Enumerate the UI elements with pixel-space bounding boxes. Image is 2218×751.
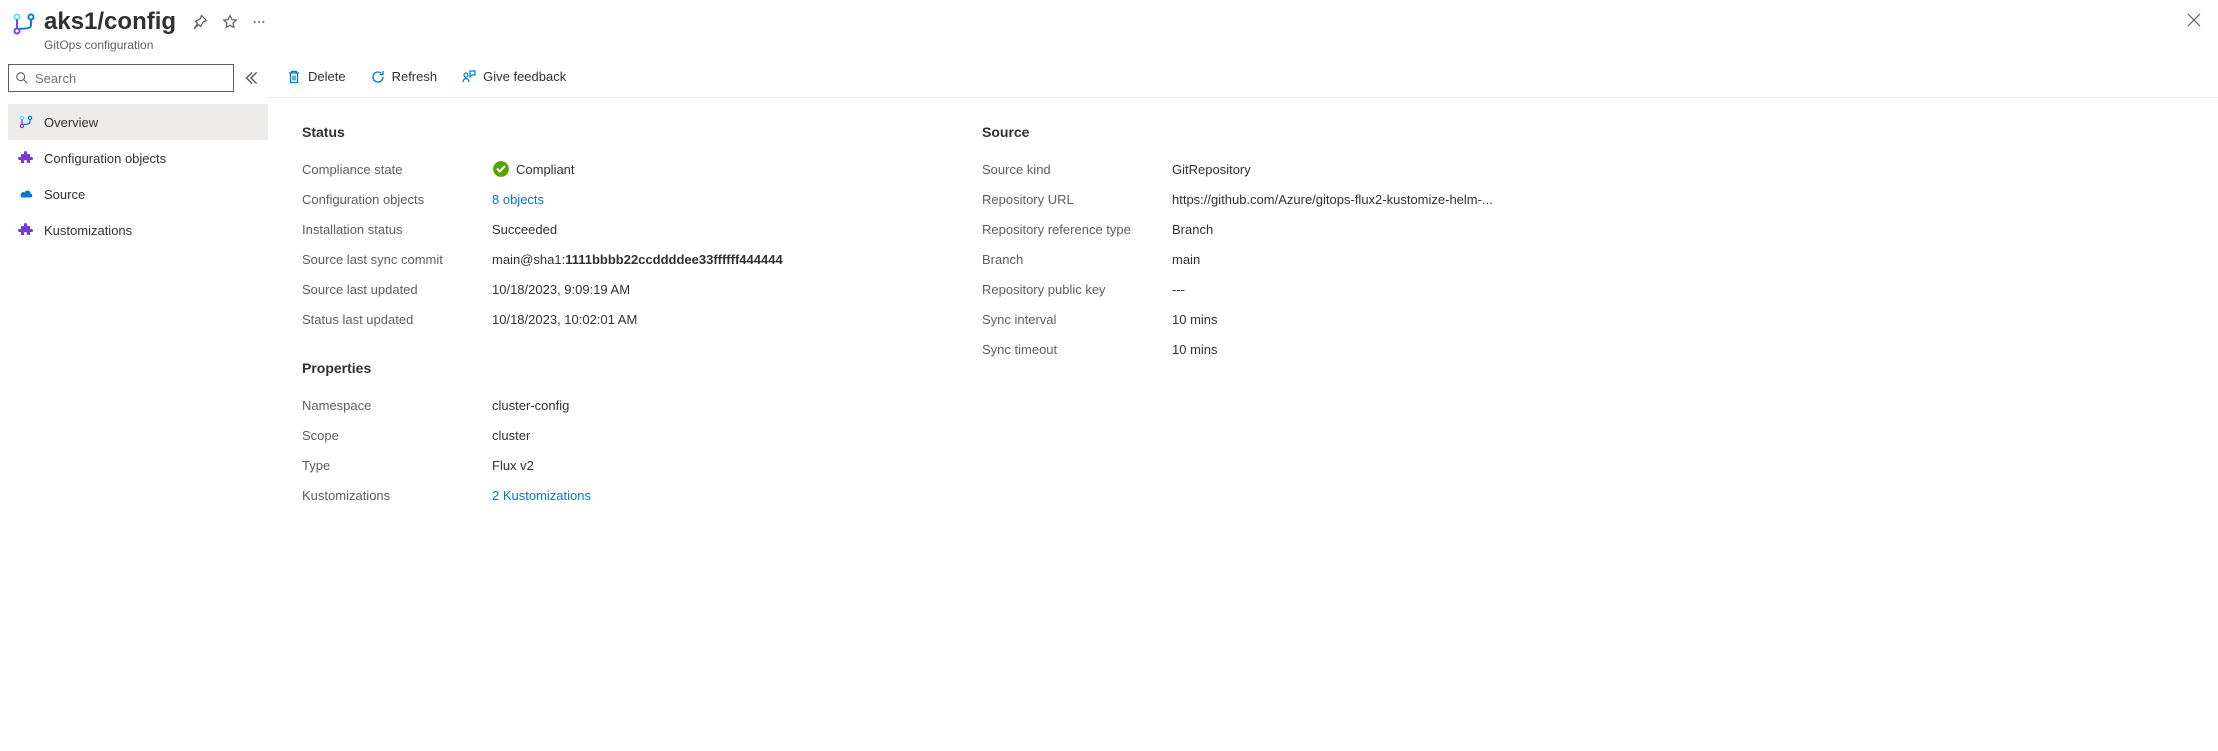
puzzle-icon bbox=[18, 150, 34, 166]
refresh-button[interactable]: Refresh bbox=[362, 65, 446, 89]
sidebar: Overview Configuration objects Source Ku… bbox=[0, 56, 268, 520]
commit-value: main@sha1:1111bbbb22ccddddee33ffffff4444… bbox=[492, 252, 783, 267]
source-heading: Source bbox=[982, 124, 1622, 140]
sync-timeout-label: Sync timeout bbox=[982, 342, 1172, 357]
toolbar-label: Delete bbox=[308, 69, 346, 84]
install-status-value: Succeeded bbox=[492, 222, 557, 237]
collapse-sidebar-icon[interactable] bbox=[242, 69, 260, 87]
person-feedback-icon bbox=[461, 69, 477, 85]
scope-label: Scope bbox=[302, 428, 492, 443]
puzzle-icon bbox=[18, 222, 34, 238]
delete-button[interactable]: Delete bbox=[278, 65, 354, 89]
status-properties-column: Status Compliance state Compliant Config… bbox=[302, 124, 942, 510]
pin-icon[interactable] bbox=[192, 14, 208, 30]
commit-hash: 1111bbbb22ccddddee33ffffff444444 bbox=[565, 252, 783, 267]
search-input[interactable] bbox=[35, 71, 227, 86]
pubkey-value: --- bbox=[1172, 282, 1185, 297]
nav-config-objects[interactable]: Configuration objects bbox=[8, 140, 268, 176]
config-objects-label: Configuration objects bbox=[302, 192, 492, 207]
source-column: Source Source kind GitRepository Reposit… bbox=[982, 124, 1622, 510]
reftype-label: Repository reference type bbox=[982, 222, 1172, 237]
refresh-icon bbox=[370, 69, 386, 85]
star-icon[interactable] bbox=[222, 14, 238, 30]
search-icon bbox=[15, 71, 29, 85]
nav-kustomizations[interactable]: Kustomizations bbox=[8, 212, 268, 248]
commit-label: Source last sync commit bbox=[302, 252, 492, 267]
toolbar-label: Refresh bbox=[392, 69, 438, 84]
src-updated-label: Source last updated bbox=[302, 282, 492, 297]
check-circle-icon bbox=[492, 160, 510, 178]
namespace-label: Namespace bbox=[302, 398, 492, 413]
main-panel: Delete Refresh Give feedback Status Comp… bbox=[268, 56, 2218, 520]
status-heading: Status bbox=[302, 124, 942, 140]
src-updated-value: 10/18/2023, 9:09:19 AM bbox=[492, 282, 630, 297]
toolbar: Delete Refresh Give feedback bbox=[268, 56, 2218, 98]
sync-interval-label: Sync interval bbox=[982, 312, 1172, 327]
branch-label: Branch bbox=[982, 252, 1172, 267]
cloud-icon bbox=[18, 186, 34, 202]
commit-prefix: main@sha1: bbox=[492, 252, 565, 267]
repo-url-label: Repository URL bbox=[982, 192, 1172, 207]
compliance-label: Compliance state bbox=[302, 162, 492, 177]
nav-label: Kustomizations bbox=[44, 223, 132, 238]
page-title: aks1/config bbox=[44, 8, 176, 36]
gitops-small-icon bbox=[18, 114, 34, 130]
properties-heading: Properties bbox=[302, 360, 942, 376]
search-input-wrapper[interactable] bbox=[8, 64, 234, 92]
status-updated-value: 10/18/2023, 10:02:01 AM bbox=[492, 312, 637, 327]
type-label: Type bbox=[302, 458, 492, 473]
branch-value: main bbox=[1172, 252, 1200, 267]
toolbar-label: Give feedback bbox=[483, 69, 566, 84]
source-kind-label: Source kind bbox=[982, 162, 1172, 177]
close-button[interactable] bbox=[2186, 12, 2202, 31]
nav-label: Overview bbox=[44, 115, 98, 130]
page-subtitle: GitOps configuration bbox=[44, 38, 266, 52]
sync-timeout-value: 10 mins bbox=[1172, 342, 1218, 357]
namespace-value: cluster-config bbox=[492, 398, 569, 413]
feedback-button[interactable]: Give feedback bbox=[453, 65, 574, 89]
kustomizations-label: Kustomizations bbox=[302, 488, 492, 503]
type-value: Flux v2 bbox=[492, 458, 534, 473]
compliance-text: Compliant bbox=[516, 162, 575, 177]
nav-source[interactable]: Source bbox=[8, 176, 268, 212]
trash-icon bbox=[286, 69, 302, 85]
gitops-icon bbox=[10, 10, 38, 38]
scope-value: cluster bbox=[492, 428, 530, 443]
config-objects-link[interactable]: 8 objects bbox=[492, 192, 544, 207]
nav-overview[interactable]: Overview bbox=[8, 104, 268, 140]
nav-label: Configuration objects bbox=[44, 151, 166, 166]
install-status-label: Installation status bbox=[302, 222, 492, 237]
sync-interval-value: 10 mins bbox=[1172, 312, 1218, 327]
reftype-value: Branch bbox=[1172, 222, 1213, 237]
kustomizations-link[interactable]: 2 Kustomizations bbox=[492, 488, 591, 503]
nav-label: Source bbox=[44, 187, 85, 202]
compliance-value: Compliant bbox=[492, 160, 575, 178]
status-updated-label: Status last updated bbox=[302, 312, 492, 327]
more-icon[interactable] bbox=[252, 15, 266, 29]
source-kind-value: GitRepository bbox=[1172, 162, 1251, 177]
repo-url-value: https://github.com/Azure/gitops-flux2-ku… bbox=[1172, 192, 1493, 207]
pubkey-label: Repository public key bbox=[982, 282, 1172, 297]
page-header: aks1/config GitOps configuration bbox=[0, 0, 2218, 56]
sidebar-nav: Overview Configuration objects Source Ku… bbox=[8, 104, 268, 248]
